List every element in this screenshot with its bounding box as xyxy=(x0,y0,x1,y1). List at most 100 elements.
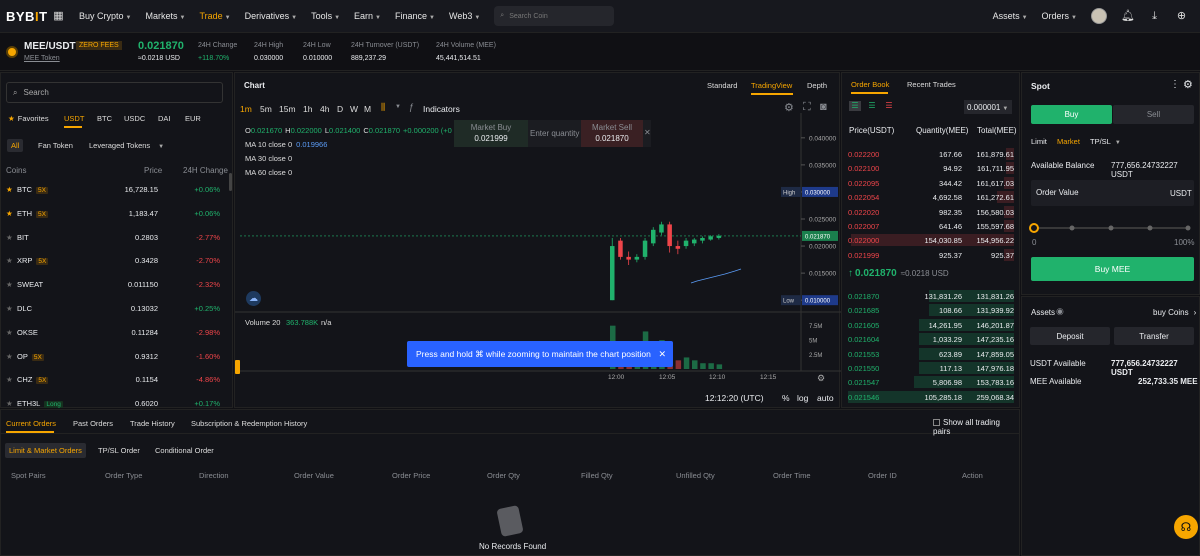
col-change[interactable]: 24H Change xyxy=(183,166,228,175)
show-all-checkbox[interactable]: Show all trading pairs xyxy=(933,418,1019,436)
quote-tab-dai[interactable]: DAI xyxy=(158,114,171,123)
market-row[interactable]: ★ OP 5X 0.9312 -1.60% xyxy=(1,344,233,368)
pair-name[interactable]: MEE/USDT xyxy=(24,41,76,52)
quote-tab-usdt[interactable]: USDT xyxy=(64,114,84,123)
ask-row[interactable]: 0.022007 641.46 155,597.68 xyxy=(848,219,1014,233)
chart-view-depth[interactable]: Depth xyxy=(807,81,827,90)
bid-row[interactable]: 0.021550 117.13 147,976.18 xyxy=(848,361,1014,375)
ask-row[interactable]: 0.022020 982.35 156,580.03 xyxy=(848,205,1014,219)
nav-item-web3[interactable]: Web3 ▼ xyxy=(449,11,480,21)
orders-menu[interactable]: Orders ▼ xyxy=(1042,11,1077,21)
camera-icon[interactable]: ◙ xyxy=(820,101,827,113)
avatar[interactable] xyxy=(1091,8,1107,24)
assets-menu[interactable]: Assets ▼ xyxy=(993,11,1028,21)
apps-grid-icon[interactable]: ▦ xyxy=(52,10,65,23)
candle-type-icon[interactable]: ⫼ xyxy=(381,102,385,113)
search-coin-input[interactable]: ⌕ Search Coin xyxy=(494,6,615,26)
download-icon[interactable]: ⤓ xyxy=(1148,10,1161,23)
bid-row[interactable]: 0.021604 1,033.29 147,235.16 xyxy=(848,332,1014,346)
nav-item-derivatives[interactable]: Derivatives ▼ xyxy=(245,11,297,21)
market-row[interactable]: ★ BIT 0.2803 -2.77% xyxy=(1,225,233,249)
quote-tab-eur[interactable]: EUR xyxy=(185,114,201,123)
star-icon[interactable]: ★ xyxy=(6,280,13,289)
indicators-icon[interactable]: ƒ xyxy=(409,102,414,112)
token-link[interactable]: MEE Token xyxy=(24,55,60,62)
asks-only-icon[interactable]: ☰ xyxy=(883,101,895,111)
filter-all[interactable]: All xyxy=(7,139,24,152)
star-icon[interactable]: ★ xyxy=(6,375,13,384)
nav-item-tools[interactable]: Tools ▼ xyxy=(311,11,340,21)
market-search-input[interactable]: ⌕ Search xyxy=(6,82,223,103)
buy-mee-button[interactable]: Buy MEE xyxy=(1031,257,1194,281)
ask-row[interactable]: 0.021999 925.37 925.37 xyxy=(848,248,1014,262)
ask-row[interactable]: 0.022200 167.66 161,879.61 xyxy=(848,147,1014,161)
ask-row[interactable]: 0.022100 94.92 161,711.95 xyxy=(848,161,1014,175)
chart-view-tradingview[interactable]: TradingView xyxy=(751,81,792,90)
precision-select[interactable]: 0.000001 ▼ xyxy=(964,100,1012,114)
star-icon[interactable]: ★ xyxy=(6,399,13,408)
order-type-tpsl[interactable]: TP/SL ▼ xyxy=(1090,137,1121,146)
nav-item-markets[interactable]: Markets ▼ xyxy=(145,11,185,21)
order-type-limit[interactable]: Limit xyxy=(1031,137,1047,146)
close-icon[interactable]: ✕ xyxy=(658,349,666,360)
more-icon[interactable]: ⋮ xyxy=(1170,79,1180,90)
nav-item-trade[interactable]: Trade ▼ xyxy=(199,11,230,21)
market-row[interactable]: ★ BTC 5X 16,728.15 +0.06% xyxy=(1,177,233,201)
ask-row[interactable]: 0.022054 4,692.58 161,272.61 xyxy=(848,190,1014,204)
bid-row[interactable]: 0.021605 14,261.95 146,201.87 xyxy=(848,318,1014,332)
settings-icon[interactable]: ⚙ xyxy=(1183,78,1193,91)
orderbook-tab-recent-trades[interactable]: Recent Trades xyxy=(907,80,956,89)
orderbook-tab-order-book[interactable]: Order Book xyxy=(851,80,889,89)
list-scrollbar[interactable] xyxy=(229,173,232,191)
buy-coins-link[interactable]: buy Coins › xyxy=(1153,308,1196,317)
orders-tab-1[interactable]: Past Orders xyxy=(73,419,113,428)
dropdown-icon[interactable]: ▼ xyxy=(395,104,401,110)
market-row[interactable]: ★ OKSE 0.11284 -2.98% xyxy=(1,320,233,344)
market-row[interactable]: ★ XRP 5X 0.3428 -2.70% xyxy=(1,248,233,272)
orders-subtab-1[interactable]: TP/SL Order xyxy=(94,443,144,458)
bid-row[interactable]: 0.021685 108.66 131,939.92 xyxy=(848,303,1014,317)
filter-fan-token[interactable]: Fan Token xyxy=(34,139,77,152)
star-icon[interactable]: ★ xyxy=(6,304,13,313)
sell-tab[interactable]: Sell xyxy=(1113,105,1194,124)
market-row[interactable]: ★ SWEAT 0.011150 -2.32% xyxy=(1,272,233,296)
orders-subtab-2[interactable]: Conditional Order xyxy=(151,443,218,458)
orders-subtab-0[interactable]: Limit & Market Orders xyxy=(5,443,86,458)
chart-opt-auto[interactable]: auto xyxy=(817,393,834,403)
star-icon[interactable]: ★ xyxy=(6,209,13,218)
time-settings-icon[interactable]: ⚙ xyxy=(817,373,825,383)
market-row[interactable]: ★ ETH 5X 1,183.47 +0.06% xyxy=(1,201,233,225)
star-icon[interactable]: ★ xyxy=(6,352,13,361)
star-icon[interactable]: ★ xyxy=(6,185,13,194)
both-sides-icon[interactable]: ☰ xyxy=(849,101,861,111)
order-type-market[interactable]: Market xyxy=(1057,137,1080,146)
ask-row[interactable]: 0.022095 344.42 161,617.03 xyxy=(848,176,1014,190)
support-chat-icon[interactable]: ☊ xyxy=(1174,515,1198,539)
orders-tab-3[interactable]: Subscription & Redemption History xyxy=(191,419,307,428)
collapse-handle[interactable] xyxy=(235,360,240,374)
bid-row[interactable]: 0.021546 105,285.18 259,068.34 xyxy=(848,390,1014,404)
star-icon[interactable]: ★ xyxy=(6,328,13,337)
bid-row[interactable]: 0.021553 623.89 147,859.05 xyxy=(848,347,1014,361)
nav-item-buy-crypto[interactable]: Buy Crypto ▼ xyxy=(79,11,131,21)
bid-row[interactable]: 0.021870 131,831.26 131,831.26 xyxy=(848,289,1014,303)
chart-view-standard[interactable]: Standard xyxy=(707,81,737,90)
quote-tab-btc[interactable]: BTC xyxy=(97,114,112,123)
chart-logo-icon[interactable]: ☁ xyxy=(246,291,261,306)
deposit-button[interactable]: Deposit xyxy=(1030,327,1110,345)
chart-opt-log[interactable]: log xyxy=(797,393,808,403)
bybit-logo[interactable]: BYBIT xyxy=(6,9,47,24)
star-icon[interactable]: ★ xyxy=(6,233,13,242)
market-row[interactable]: ★ DLC 0.13032 +0.25% xyxy=(1,296,233,320)
quote-tab-usdc[interactable]: USDC xyxy=(124,114,145,123)
orders-tab-0[interactable]: Current Orders xyxy=(6,419,56,428)
bid-row[interactable]: 0.021547 5,806.98 153,783.16 xyxy=(848,375,1014,389)
chart-opt-percent[interactable]: % xyxy=(782,393,790,403)
nav-item-earn[interactable]: Earn ▼ xyxy=(354,11,381,21)
col-price[interactable]: Price xyxy=(144,166,162,175)
bids-only-icon[interactable]: ☰ xyxy=(866,101,878,111)
bell-icon[interactable]: 🔔︎ xyxy=(1121,10,1135,23)
star-icon[interactable]: ★ xyxy=(6,256,13,265)
buy-tab[interactable]: Buy xyxy=(1031,105,1112,124)
market-row[interactable]: ★ CHZ 5X 0.1154 -4.86% xyxy=(1,367,233,391)
